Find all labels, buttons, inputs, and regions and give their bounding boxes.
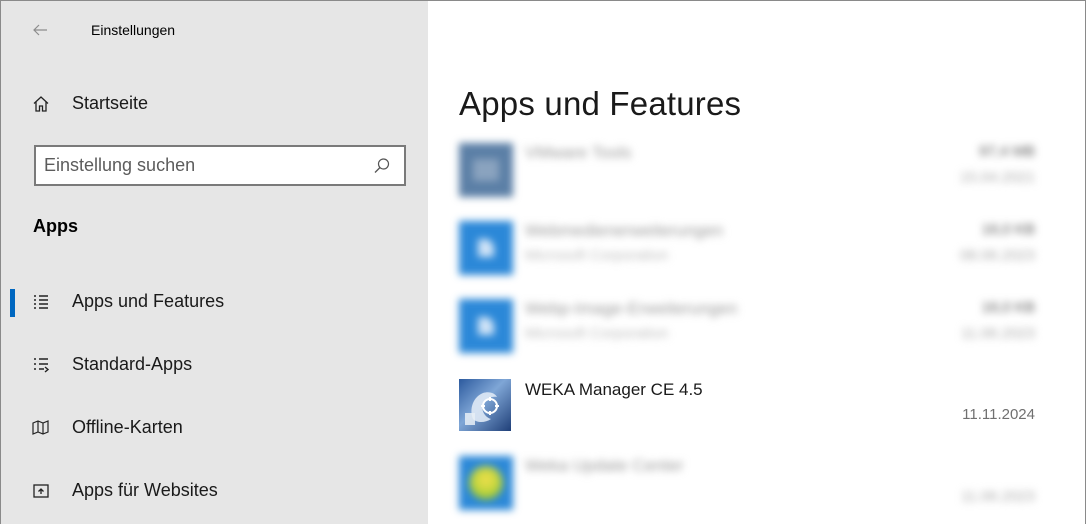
page-title: Apps und Features (459, 85, 742, 122)
weka-update-icon (459, 456, 513, 510)
store-app-icon (459, 299, 513, 353)
app-date: 11.11.2024 (962, 406, 1035, 423)
sidebar-item-offline-maps[interactable]: Offline-Karten (1, 404, 428, 454)
app-size: 16,0 KB (981, 299, 1035, 316)
apps-websites-icon (31, 481, 51, 501)
app-date: 15.04.2021 (959, 169, 1035, 186)
store-app-icon (459, 221, 513, 275)
weka-manager-icon (459, 379, 511, 431)
app-name: VMware Tools (525, 143, 632, 162)
app-list-item[interactable]: VMware Tools 97,4 MB 15.04.2021 (428, 141, 1085, 217)
app-date: 11.06.2023 (961, 488, 1035, 505)
settings-window: Einstellungen Startseite Apps (0, 0, 1086, 524)
app-name: WEKA Manager CE 4.5 (525, 380, 703, 399)
default-apps-icon (31, 355, 51, 375)
main-content: Apps und Features VMware Tools 97,4 MB 1… (428, 1, 1085, 524)
home-icon (31, 94, 51, 114)
offline-maps-icon (31, 418, 51, 438)
app-name: Webp-Image-Erweiterungen (525, 299, 738, 318)
search-box[interactable] (34, 145, 406, 186)
sidebar-item-standard-apps[interactable]: Standard-Apps (1, 341, 428, 391)
app-date: 11.06.2023 (961, 325, 1035, 342)
sidebar: Einstellungen Startseite Apps (1, 1, 428, 524)
app-list-item[interactable]: Webp-Image-Erweiterungen Microsoft Corpo… (428, 297, 1085, 373)
section-title: Apps (33, 216, 78, 236)
nav-home-label: Startseite (72, 93, 149, 113)
search-icon[interactable] (372, 156, 392, 176)
app-list-item[interactable]: WEKA Manager CE 4.5 11.11.2024 (428, 378, 1085, 454)
apps-features-icon (31, 292, 51, 312)
app-size: 97,4 MB (979, 143, 1035, 160)
app-publisher: Microsoft Corporation (525, 325, 669, 342)
active-indicator (10, 289, 15, 317)
title-bar: Einstellungen (1, 1, 428, 59)
arrow-left-icon (33, 24, 47, 36)
vmware-icon (459, 143, 513, 197)
sidebar-item-label: Apps und Features (72, 291, 225, 311)
window-title: Einstellungen (91, 22, 176, 38)
back-button[interactable] (25, 15, 55, 45)
sidebar-item-apps-websites[interactable]: Apps für Websites (1, 467, 428, 517)
search-input[interactable] (44, 147, 364, 184)
app-date: 08.06.2023 (959, 247, 1035, 264)
sidebar-item-label: Offline-Karten (72, 417, 183, 437)
app-name: Webmedienerweiterungen (525, 221, 724, 240)
app-list-item[interactable]: Weka Update Center 11.06.2023 (428, 454, 1085, 524)
app-name: Weka Update Center (525, 456, 684, 475)
sidebar-item-label: Standard-Apps (72, 354, 193, 374)
sidebar-item-label: Apps für Websites (72, 480, 218, 500)
nav-home[interactable]: Startseite (1, 79, 428, 129)
app-size: 16,0 KB (981, 221, 1035, 238)
app-list-item[interactable]: Webmedienerweiterungen Microsoft Corpora… (428, 219, 1085, 295)
app-publisher: Microsoft Corporation (525, 247, 669, 264)
sidebar-item-apps-features[interactable]: Apps und Features (1, 278, 428, 328)
